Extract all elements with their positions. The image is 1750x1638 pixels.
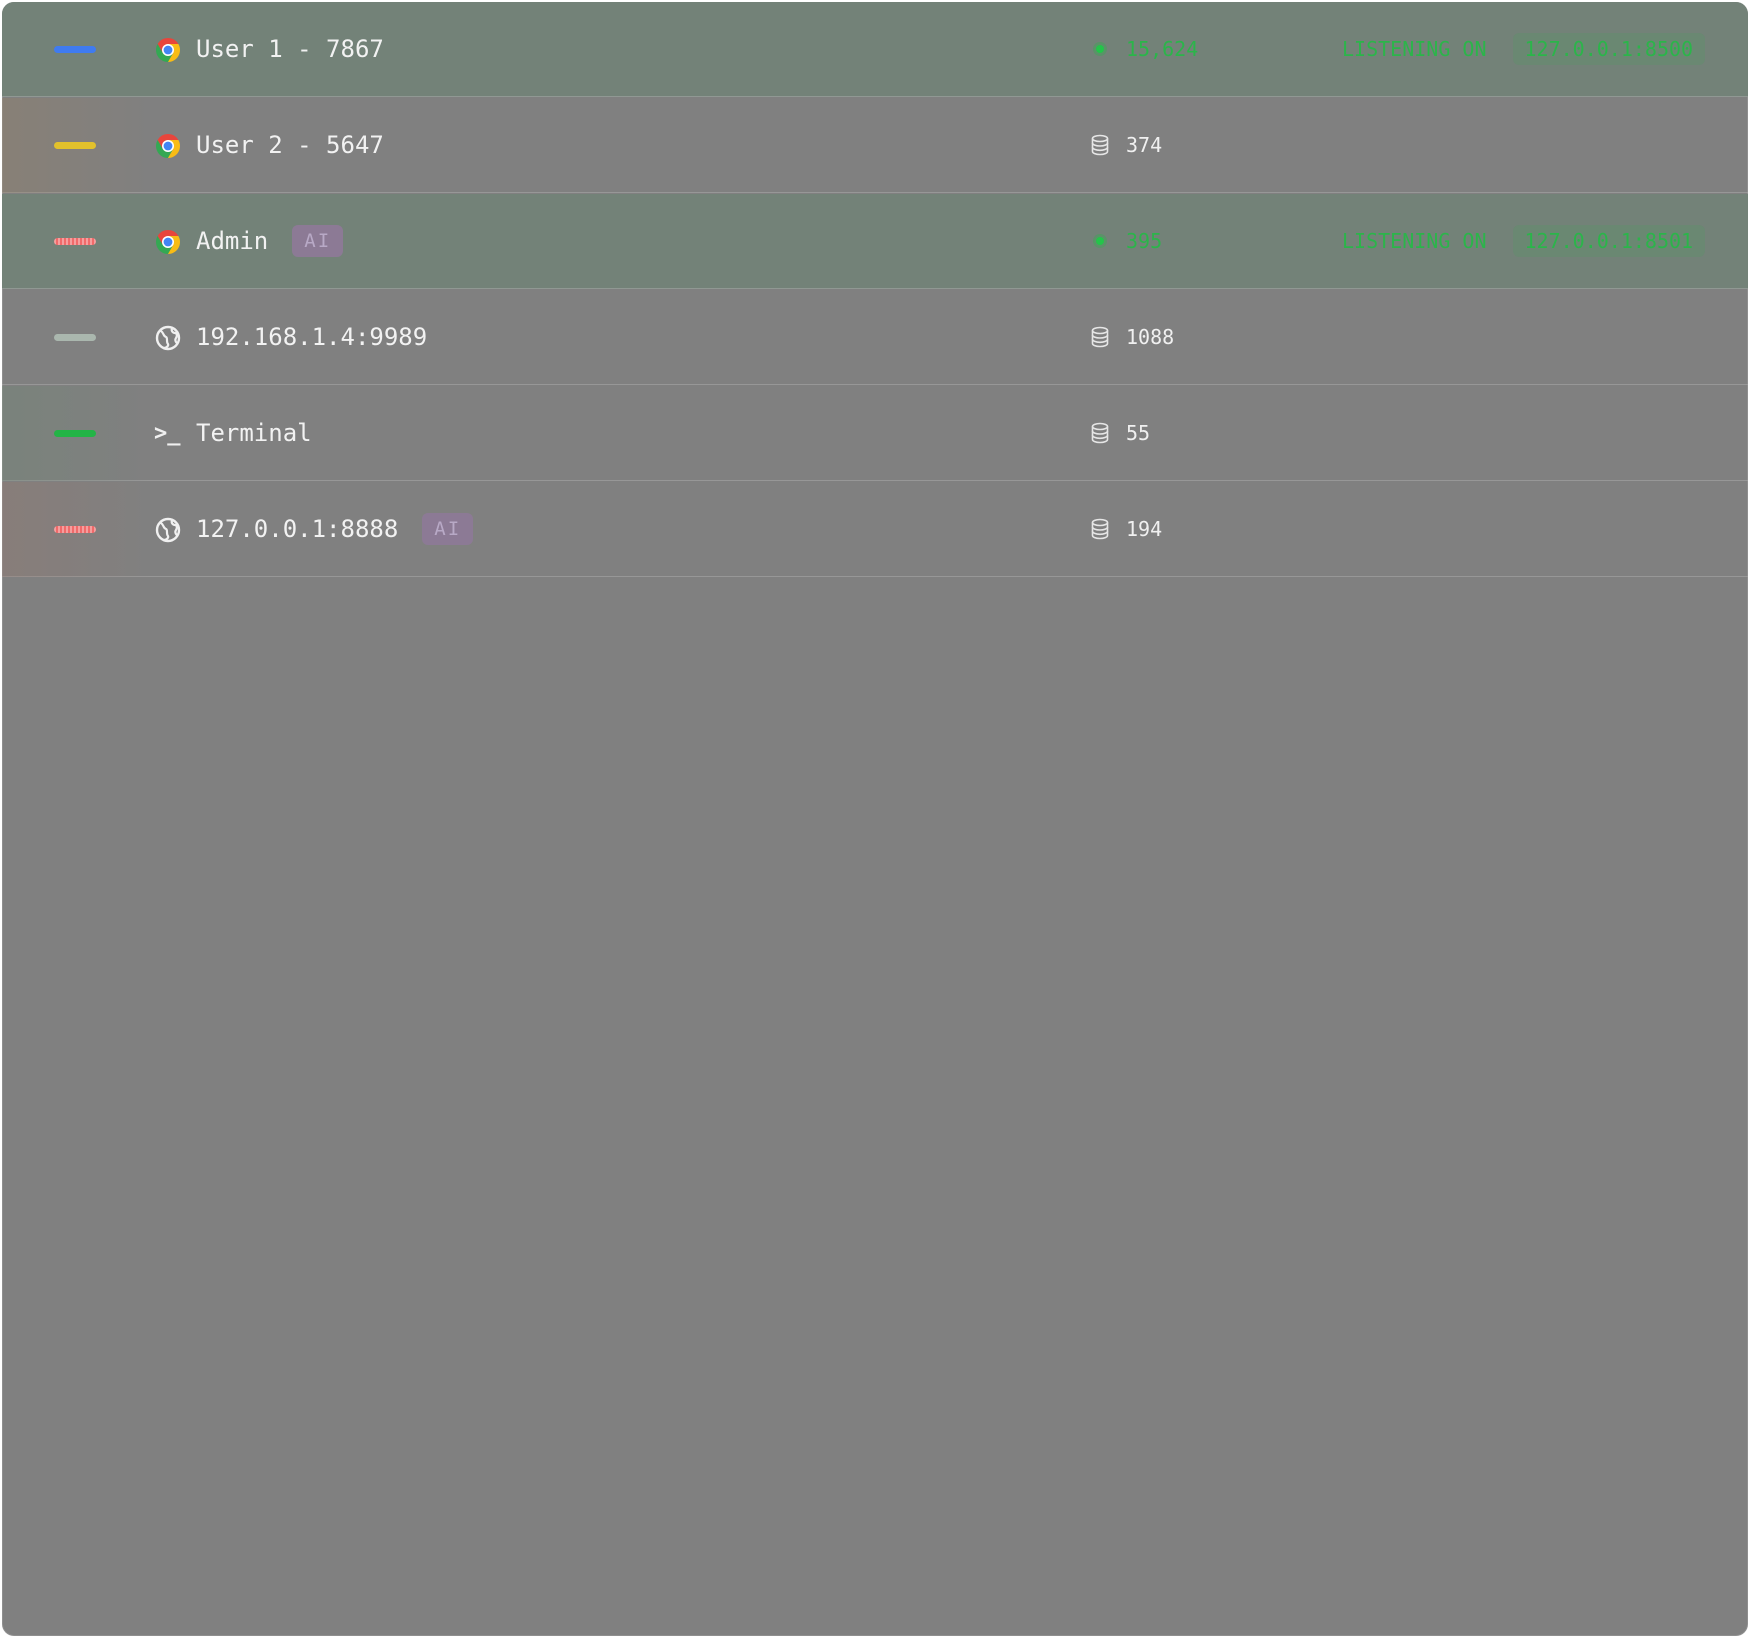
database-icon xyxy=(1091,134,1109,156)
listen-address[interactable]: 127.0.0.1:8501 xyxy=(1512,225,1706,257)
session-title: 127.0.0.1:8888 xyxy=(196,515,399,543)
session-row[interactable]: 192.168.1.4:9989 1088 xyxy=(2,290,1748,385)
chrome-icon xyxy=(156,38,180,62)
stat-value: 395 xyxy=(1126,229,1163,253)
session-title-wrap: Terminal xyxy=(196,416,312,450)
color-swatch xyxy=(54,526,96,533)
session-row[interactable]: 127.0.0.1:8888 AI 194 xyxy=(2,482,1748,577)
chrome-icon xyxy=(156,230,180,254)
session-stat: 1088 xyxy=(1090,320,1174,354)
chrome-icon xyxy=(156,134,180,158)
listening-status: LISTENING ON 127.0.0.1:8500 xyxy=(1342,32,1706,66)
listening-status: LISTENING ON 127.0.0.1:8501 xyxy=(1342,224,1706,258)
database-icon xyxy=(1091,326,1109,348)
session-stat: 194 xyxy=(1090,512,1162,546)
listen-address[interactable]: 127.0.0.1:8500 xyxy=(1512,33,1706,65)
ai-badge: AI xyxy=(292,225,344,257)
live-dot-icon xyxy=(1090,230,1110,252)
session-stat: 15,624 xyxy=(1090,32,1198,66)
stat-value: 374 xyxy=(1126,133,1163,157)
session-stat: 395 xyxy=(1090,224,1162,258)
session-title: 192.168.1.4:9989 xyxy=(196,323,428,351)
session-row[interactable]: Admin AI 395 LISTENING ON 127.0.0.1:8501 xyxy=(2,194,1748,289)
session-title: Admin xyxy=(196,227,269,255)
session-row[interactable]: User 2 - 5647 374 xyxy=(2,98,1748,193)
stat-value: 1088 xyxy=(1126,325,1175,349)
globe-icon xyxy=(155,517,181,543)
session-row[interactable]: User 1 - 7867 15,624 LISTENING ON 127.0.… xyxy=(2,2,1748,97)
session-title-wrap: User 1 - 7867 xyxy=(196,32,384,66)
session-title: User 2 - 5647 xyxy=(196,131,384,159)
session-stat: 55 xyxy=(1090,416,1150,450)
color-swatch xyxy=(54,238,96,245)
session-title: User 1 - 7867 xyxy=(196,35,384,63)
listening-label: LISTENING ON xyxy=(1342,229,1487,253)
session-title-wrap: Admin AI xyxy=(196,224,344,258)
session-stat: 374 xyxy=(1090,128,1162,162)
color-swatch xyxy=(54,142,96,149)
session-title-wrap: User 2 - 5647 xyxy=(196,128,384,162)
stat-value: 55 xyxy=(1126,421,1151,445)
terminal-icon: >_ xyxy=(154,421,181,446)
stat-value: 194 xyxy=(1126,517,1163,541)
color-swatch xyxy=(54,334,96,341)
live-dot-icon xyxy=(1090,38,1110,60)
database-icon xyxy=(1091,518,1109,540)
session-title-wrap: 192.168.1.4:9989 xyxy=(196,320,427,354)
stat-value: 15,624 xyxy=(1126,37,1199,61)
listening-label: LISTENING ON xyxy=(1342,37,1487,61)
database-icon xyxy=(1091,422,1109,444)
color-swatch xyxy=(54,46,96,53)
ai-badge: AI xyxy=(422,513,474,545)
session-panel: User 1 - 7867 15,624 LISTENING ON 127.0.… xyxy=(2,2,1748,1636)
color-swatch xyxy=(54,430,96,437)
session-row[interactable]: >_ Terminal 55 xyxy=(2,386,1748,481)
globe-icon xyxy=(155,325,181,351)
session-title: Terminal xyxy=(196,419,312,447)
session-title-wrap: 127.0.0.1:8888 AI xyxy=(196,512,474,546)
